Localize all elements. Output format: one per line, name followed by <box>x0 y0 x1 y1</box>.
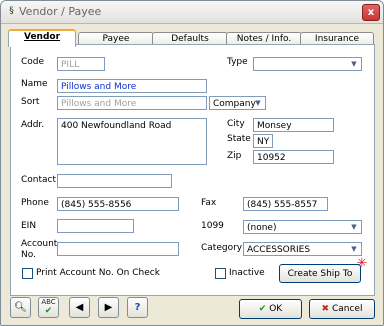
sort-type-value: Company <box>213 99 256 109</box>
category-select[interactable]: ACCESSORIES ▼ <box>243 242 362 256</box>
type-label: Type <box>227 57 248 67</box>
cancel-icon: ✖ <box>321 304 330 314</box>
ein-label: EIN <box>21 221 37 231</box>
account-field[interactable] <box>57 242 179 256</box>
create-ship-to-button[interactable]: Create Ship To <box>279 264 361 283</box>
ok-label: OK <box>269 304 283 314</box>
phone-field[interactable]: (845) 555-8556 <box>57 197 179 211</box>
prev-arrow-icon[interactable]: ◀ <box>69 297 90 318</box>
app-icon: § <box>9 6 14 16</box>
tab-vendor[interactable]: Vendor <box>8 29 76 47</box>
contact-label: Contact <box>21 175 57 185</box>
fax-label: Fax <box>201 198 217 208</box>
ok-button[interactable]: ✔ OK <box>239 299 302 319</box>
chevron-down-icon[interactable]: ▼ <box>348 222 360 232</box>
vendor-panel: Code PILL Type ▼ Name Pillows and More S… <box>10 44 375 296</box>
contact-field[interactable] <box>57 174 172 188</box>
form-1099-value: (none) <box>247 223 277 233</box>
zip-label: Zip <box>227 151 242 161</box>
sort-label: Sort <box>21 97 40 107</box>
chevron-down-icon[interactable]: ▼ <box>348 244 360 254</box>
fax-field[interactable]: (845) 555-8557 <box>243 197 328 211</box>
name-label: Name <box>21 79 48 89</box>
state-field[interactable]: NY <box>253 134 273 148</box>
zip-field[interactable]: 10952 <box>253 150 334 164</box>
name-field[interactable]: Pillows and More <box>57 79 207 93</box>
state-label: State <box>227 134 251 144</box>
form-1099-select[interactable]: (none) ▼ <box>243 220 362 234</box>
chevron-down-icon[interactable]: ▼ <box>252 98 264 108</box>
city-label: City <box>227 119 245 129</box>
help-icon[interactable]: ? <box>127 297 148 318</box>
check-icon: ✔ <box>258 304 267 314</box>
cancel-button[interactable]: ✖ Cancel <box>309 299 375 319</box>
ein-field[interactable] <box>57 219 134 233</box>
sparkle-icon: ✳ <box>356 256 368 271</box>
next-arrow-icon[interactable]: ▶ <box>98 297 119 318</box>
category-value: ACCESSORIES <box>247 245 311 255</box>
phone-label: Phone <box>21 198 49 208</box>
form-1099-label: 1099 <box>201 221 224 231</box>
sort-type-select[interactable]: Company ▼ <box>209 96 266 110</box>
address-label: Addr. <box>21 120 45 130</box>
vendor-payee-window: § Vendor / Payee x Vendor Payee Defaults… <box>0 0 384 326</box>
inactive-checkbox[interactable] <box>215 268 226 279</box>
sort-field[interactable]: Pillows and More <box>57 96 207 110</box>
search-icon[interactable]: 🔍︎ <box>10 297 31 318</box>
address-field[interactable]: 400 Newfoundland Road <box>57 118 207 165</box>
window-title: Vendor / Payee <box>19 5 102 18</box>
account-label-line1: Account <box>21 239 58 249</box>
print-account-label: Print Account No. On Check <box>36 268 160 278</box>
tab-strip: Vendor Payee Defaults Notes / Info. Insu… <box>1 27 383 47</box>
code-label: Code <box>21 57 45 67</box>
chevron-down-icon[interactable]: ▼ <box>348 59 360 69</box>
close-button[interactable]: x <box>362 4 380 21</box>
title-bar: § Vendor / Payee x <box>1 1 383 24</box>
account-label-line2: No. <box>21 250 36 260</box>
print-account-checkbox[interactable] <box>22 268 33 279</box>
cancel-label: Cancel <box>331 304 363 314</box>
city-field[interactable]: Monsey <box>253 118 334 132</box>
inactive-label: Inactive <box>229 268 265 278</box>
code-field[interactable]: PILL <box>57 57 105 71</box>
spell-check-icon[interactable]: ABC ✔ <box>38 297 59 318</box>
category-label: Category <box>201 243 243 253</box>
type-select[interactable]: ▼ <box>253 57 362 71</box>
